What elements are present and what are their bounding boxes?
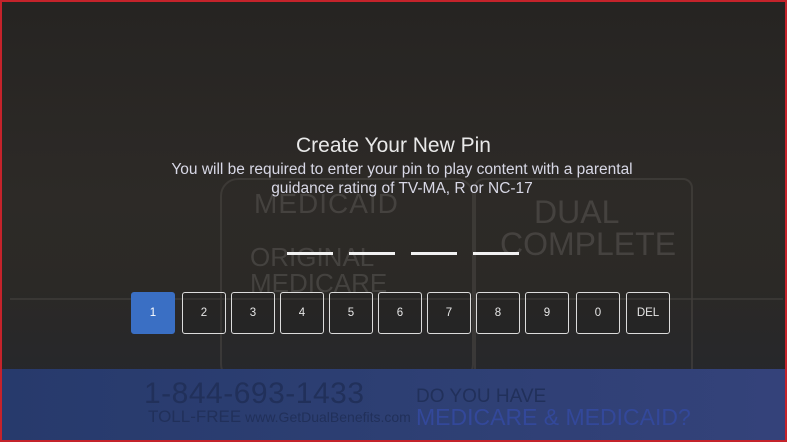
ad-question-line2: MEDICARE & MEDICAID? xyxy=(416,404,691,430)
pin-digit-slot xyxy=(411,252,457,255)
dialog-title: Create Your New Pin xyxy=(296,134,491,157)
keypad-delete-button[interactable]: DEL xyxy=(626,292,670,334)
keypad-key-0[interactable]: 0 xyxy=(576,292,620,334)
pin-digit-slot xyxy=(473,252,519,255)
background-dual-text: DUAL xyxy=(534,194,620,230)
keypad-key-8[interactable]: 8 xyxy=(476,292,520,334)
background-complete-text: COMPLETE xyxy=(500,226,677,262)
screen-frame: MEDICAID ORIGINAL MEDICARE DUAL COMPLETE… xyxy=(0,0,787,442)
keypad-key-4[interactable]: 4 xyxy=(280,292,324,334)
keypad-key-7[interactable]: 7 xyxy=(427,292,471,334)
keypad-key-2[interactable]: 2 xyxy=(182,292,226,334)
pin-digit-slot xyxy=(287,252,333,255)
keypad-key-1[interactable]: 1 xyxy=(131,292,175,334)
keypad-key-6[interactable]: 6 xyxy=(378,292,422,334)
keypad-key-3[interactable]: 3 xyxy=(231,292,275,334)
dialog-subtitle: You will be required to enter your pin t… xyxy=(171,161,633,197)
ad-phone-number: 1-844-693-1433 xyxy=(144,377,365,410)
background-original-text: ORIGINAL xyxy=(250,242,375,272)
ad-website: www.GetDualBenefits.com xyxy=(245,409,411,425)
keypad-key-5[interactable]: 5 xyxy=(329,292,373,334)
keypad-key-9[interactable]: 9 xyxy=(525,292,569,334)
pin-digit-slot xyxy=(349,252,395,255)
ad-tollfree-line: TOLL-FREE www.GetDualBenefits.com xyxy=(148,407,411,427)
ad-tollfree-label: TOLL-FREE xyxy=(148,407,242,426)
